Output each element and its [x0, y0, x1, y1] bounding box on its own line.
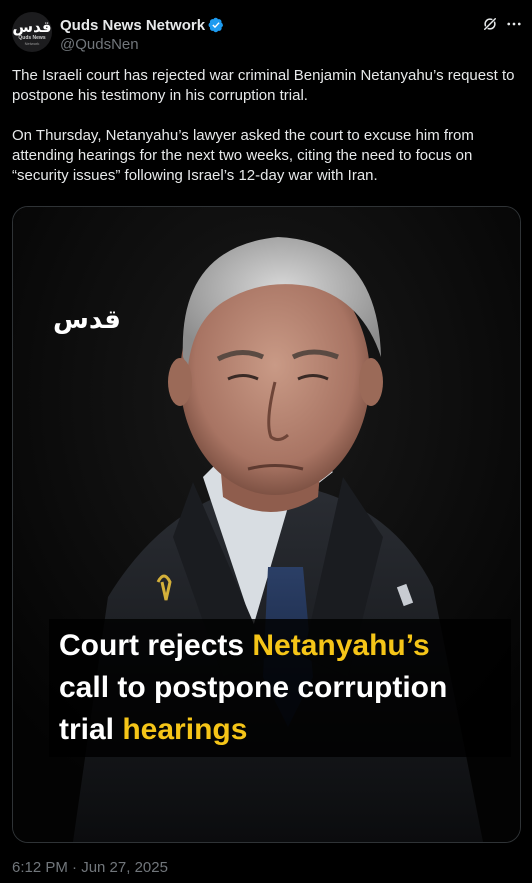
caption-line-1: Court rejects Netanyahu’s	[59, 625, 501, 667]
caption-line-3-highlight: hearings	[122, 713, 248, 746]
handle[interactable]: @QudsNen	[60, 35, 224, 55]
verified-badge-icon	[208, 17, 224, 33]
display-name[interactable]: Quds News Network	[60, 17, 205, 34]
media-caption: Court rejects Netanyahu’s call to postpo…	[49, 619, 511, 757]
media-watermark: قدس	[53, 305, 122, 335]
caption-line-1-text: Court rejects	[59, 629, 253, 662]
tweet-paragraph-2: On Thursday, Netanyahu’s lawyer asked th…	[12, 127, 474, 184]
caption-line-3-text: trial	[59, 713, 123, 746]
author-block: Quds News Network @QudsNen	[60, 15, 224, 55]
name-row: Quds News Network	[60, 15, 224, 35]
avatar[interactable]: قدس Quds News Network	[12, 12, 52, 52]
tweet-text: The Israeli court has rejected war crimi…	[12, 66, 522, 186]
timestamp[interactable]: 6:12 PM · Jun 27, 2025	[12, 858, 168, 878]
caption-line-1-highlight: Netanyahu’s	[252, 629, 430, 662]
tweet: قدس Quds News Network Quds News Network …	[0, 0, 532, 883]
tweet-paragraph-1: The Israeli court has rejected war crimi…	[12, 67, 515, 104]
caption-line-2: call to postpone corruption	[59, 671, 448, 704]
avatar-logo-arabic: قدس	[12, 18, 52, 36]
media-image[interactable]: قدس Court rejects Netanyahu’s call to po…	[12, 206, 521, 843]
avatar-logo-english-sub: Network	[24, 40, 40, 46]
more-options-button[interactable]	[504, 14, 524, 34]
caption-line-3: trial hearings	[59, 709, 501, 751]
grok-button[interactable]	[480, 14, 500, 34]
tweet-header: قدس Quds News Network Quds News Network …	[12, 12, 521, 55]
more-icon	[507, 22, 521, 26]
grok-icon	[482, 16, 498, 32]
